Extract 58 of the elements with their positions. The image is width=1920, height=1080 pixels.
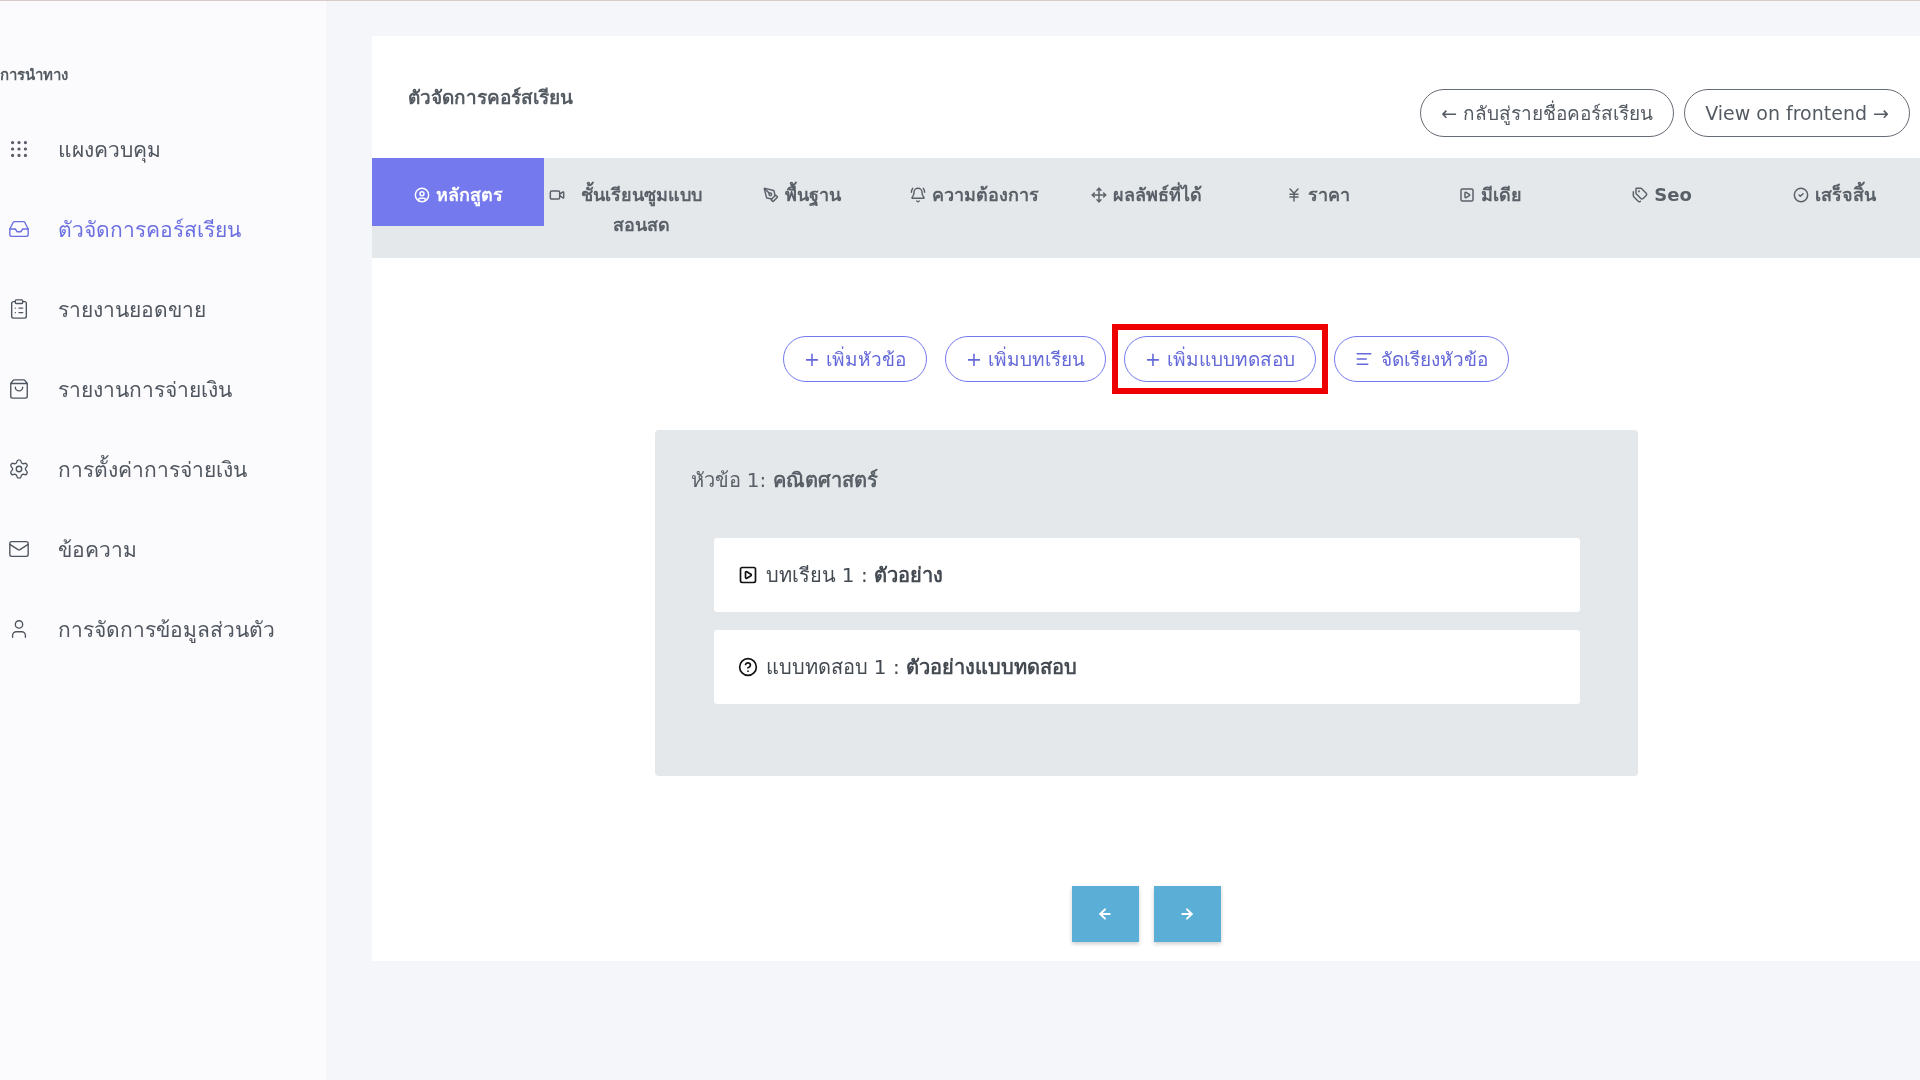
bell-icon bbox=[909, 187, 926, 203]
sidebar-heading: การนำทาง bbox=[0, 65, 69, 86]
tab[interactable]: ความต้องการ bbox=[888, 158, 1060, 258]
sidebar-item-label: การจัดการข้อมูลส่วนตัว bbox=[58, 616, 275, 645]
next-button[interactable] bbox=[1153, 886, 1221, 942]
move-arrows-icon bbox=[1090, 187, 1107, 203]
sidebar-item-label: การตั้งค่าการจ่ายเงิน bbox=[58, 454, 247, 484]
curriculum-item-label: แบบทดสอบ 1 : ตัวอย่างแบบทดสอบ bbox=[765, 654, 1078, 681]
sidebar-item-label: รายงานการจ่ายเงิน bbox=[58, 376, 232, 404]
header-button[interactable]: ← กลับสู่รายชื่อคอร์สเรียน bbox=[1420, 89, 1675, 137]
tags-icon bbox=[1632, 187, 1649, 203]
question-circle-icon bbox=[737, 657, 758, 677]
sidebar-item-label: ข้อความ bbox=[58, 536, 137, 564]
sidebar-item-label: แผงควบคุม bbox=[58, 136, 161, 165]
page-title: ตัวจัดการคอร์สเรียน bbox=[408, 85, 573, 110]
arrow-right-icon bbox=[1179, 906, 1195, 922]
settings-icon bbox=[8, 458, 30, 480]
tab[interactable]: มีเดีย bbox=[1404, 158, 1576, 258]
add-button[interactable]: + เพิ่มแบบทดสอบ bbox=[1124, 336, 1316, 382]
curriculum-item-label: บทเรียน 1 : ตัวอย่าง bbox=[765, 562, 944, 589]
tab[interactable]: Seo bbox=[1576, 158, 1748, 258]
tab[interactable]: หลักสูตร bbox=[372, 158, 544, 226]
bag-icon bbox=[8, 378, 30, 400]
pen-icon bbox=[763, 187, 779, 203]
play-square-icon bbox=[1458, 187, 1475, 203]
grid-dots-icon bbox=[8, 138, 30, 160]
sidebar-item-label: รายงานยอดขาย bbox=[58, 296, 206, 324]
video-camera-icon bbox=[549, 187, 565, 203]
topic-title: หัวข้อ 1: คณิตศาสตร์ bbox=[690, 467, 879, 494]
play-square-icon bbox=[737, 565, 758, 585]
arrow-left-icon bbox=[1097, 906, 1113, 922]
sidebar-item-label: ตัวจัดการคอร์สเรียน bbox=[58, 216, 241, 244]
sidebar-item[interactable]: แผงควบคุม bbox=[0, 109, 326, 189]
header-button[interactable]: View on frontend → bbox=[1684, 89, 1910, 137]
tab[interactable]: ชั้นเรียนซูมแบบสอนสด bbox=[544, 158, 716, 258]
sidebar-item[interactable]: รายงานยอดขาย bbox=[0, 269, 326, 349]
sidebar-item[interactable]: การตั้งค่าการจ่ายเงิน bbox=[0, 429, 326, 509]
add-button[interactable]: + เพิ่มบทเรียน bbox=[945, 336, 1106, 382]
tab[interactable]: ราคา bbox=[1232, 158, 1404, 258]
tab[interactable]: ผลลัพธ์ที่ได้ bbox=[1060, 158, 1232, 258]
tab[interactable]: พื้นฐาน bbox=[716, 158, 888, 258]
sidebar-item[interactable]: ตัวจัดการคอร์สเรียน bbox=[0, 189, 326, 269]
add-button[interactable]: + เพิ่มหัวข้อ bbox=[783, 336, 927, 382]
curriculum-item[interactable]: แบบทดสอบ 1 : ตัวอย่างแบบทดสอบ bbox=[713, 630, 1580, 704]
sidebar-item[interactable]: ข้อความ bbox=[0, 509, 326, 589]
add-button[interactable]: จัดเรียงหัวข้อ bbox=[1333, 336, 1509, 382]
sort-lines-icon bbox=[1354, 350, 1373, 368]
user-circle-icon bbox=[413, 187, 430, 203]
clipboard-icon bbox=[8, 298, 30, 320]
curriculum-item[interactable]: บทเรียน 1 : ตัวอย่าง bbox=[713, 538, 1580, 612]
tab[interactable]: เสร็จสิ้น bbox=[1748, 158, 1920, 258]
yen-icon bbox=[1286, 187, 1302, 203]
mail-icon bbox=[8, 538, 30, 560]
previous-button[interactable] bbox=[1071, 886, 1139, 942]
check-circle-icon bbox=[1792, 187, 1809, 203]
sidebar-item[interactable]: การจัดการข้อมูลส่วนตัว bbox=[0, 589, 326, 669]
tray-icon bbox=[8, 218, 30, 240]
sidebar-item[interactable]: รายงานการจ่ายเงิน bbox=[0, 349, 326, 429]
